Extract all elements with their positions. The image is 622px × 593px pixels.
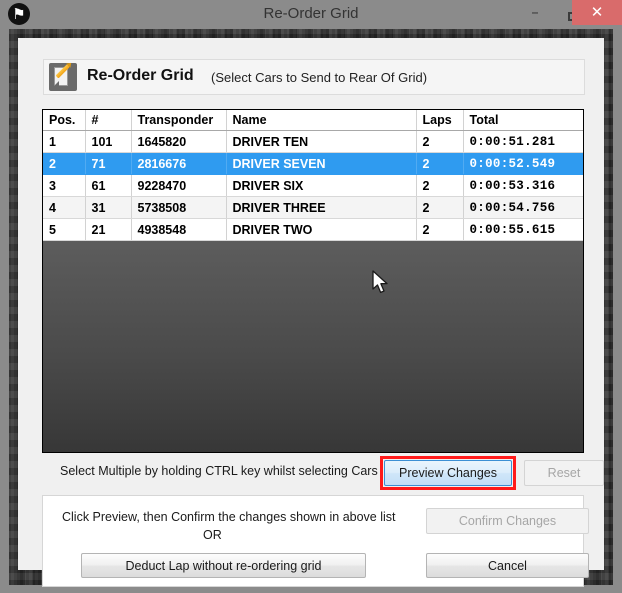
table-row[interactable]: 3 61 9228470 DRIVER SIX 2 0:00:53.316 bbox=[43, 174, 583, 197]
cell-transponder: 4938548 bbox=[131, 218, 227, 241]
table-row[interactable]: 2 71 2816676 DRIVER SEVEN 2 0:00:52.549 bbox=[43, 152, 583, 175]
cell-number: 31 bbox=[85, 196, 132, 219]
cell-pos: 2 bbox=[43, 152, 86, 175]
dialog-header: Re-Order Grid (Select Cars to Send to Re… bbox=[43, 59, 585, 95]
grid-header-row: Pos. # Transponder Name Laps Total bbox=[43, 110, 583, 131]
title-bar: ⚑ Re-Order Grid – ✕ bbox=[0, 0, 622, 28]
cell-number: 61 bbox=[85, 174, 132, 197]
column-header-pos[interactable]: Pos. bbox=[43, 110, 86, 131]
column-header-transponder[interactable]: Transponder bbox=[131, 110, 227, 131]
cell-total: 0:00:54.756 bbox=[463, 196, 583, 219]
cell-laps: 2 bbox=[416, 174, 464, 197]
cell-total: 0:00:53.316 bbox=[463, 174, 583, 197]
cell-laps: 2 bbox=[416, 130, 464, 153]
cell-name: DRIVER SIX bbox=[226, 174, 417, 197]
minimize-icon: – bbox=[531, 3, 539, 21]
application-window: ⚑ Re-Order Grid – ✕ Re-Order Grid (Selec… bbox=[0, 0, 622, 593]
preview-changes-button[interactable]: Preview Changes bbox=[384, 460, 512, 486]
edit-document-icon bbox=[49, 63, 77, 91]
cell-name: DRIVER TWO bbox=[226, 218, 417, 241]
cell-name: DRIVER SEVEN bbox=[226, 152, 417, 175]
cell-number: 21 bbox=[85, 218, 132, 241]
column-header-laps[interactable]: Laps bbox=[416, 110, 464, 131]
cell-transponder: 9228470 bbox=[131, 174, 227, 197]
page-title: Re-Order Grid bbox=[87, 67, 194, 84]
cell-name: DRIVER THREE bbox=[226, 196, 417, 219]
cell-pos: 4 bbox=[43, 196, 86, 219]
reset-button[interactable]: Reset bbox=[524, 460, 604, 486]
table-row[interactable]: 5 21 4938548 DRIVER TWO 2 0:00:55.615 bbox=[43, 218, 583, 241]
close-button[interactable]: ✕ bbox=[572, 0, 622, 25]
confirm-instruction: Click Preview, then Confirm the changes … bbox=[62, 510, 396, 524]
grid-body: 1 101 1645820 DRIVER TEN 2 0:00:51.281 2 71 2816… bbox=[43, 130, 583, 241]
table-row[interactable]: 1 101 1645820 DRIVER TEN 2 0:00:51.281 bbox=[43, 130, 583, 153]
mouse-cursor bbox=[372, 270, 388, 294]
cell-pos: 5 bbox=[43, 218, 86, 241]
cell-number: 71 bbox=[85, 152, 132, 175]
cell-transponder: 5738508 bbox=[131, 196, 227, 219]
cell-transponder: 1645820 bbox=[131, 130, 227, 153]
minimize-button[interactable]: – bbox=[516, 0, 554, 25]
column-header-name[interactable]: Name bbox=[226, 110, 417, 131]
page-subtitle: (Select Cars to Send to Rear Of Grid) bbox=[211, 70, 428, 85]
or-label: OR bbox=[203, 528, 222, 542]
cell-laps: 2 bbox=[416, 218, 464, 241]
column-header-total[interactable]: Total bbox=[463, 110, 583, 131]
deduct-lap-button[interactable]: Deduct Lap without re-ordering grid bbox=[81, 553, 366, 578]
close-icon: ✕ bbox=[590, 3, 604, 21]
confirm-panel: Click Preview, then Confirm the changes … bbox=[42, 495, 589, 587]
table-row[interactable]: 4 31 5738508 DRIVER THREE 2 0:00:54.756 bbox=[43, 196, 583, 219]
confirm-changes-button[interactable]: Confirm Changes bbox=[426, 508, 589, 534]
cell-total: 0:00:51.281 bbox=[463, 130, 583, 153]
cell-transponder: 2816676 bbox=[131, 152, 227, 175]
cancel-button[interactable]: Cancel bbox=[426, 553, 589, 578]
drivers-grid: Pos. # Transponder Name Laps Total 1 101 1… bbox=[43, 110, 583, 241]
cell-name: DRIVER TEN bbox=[226, 130, 417, 153]
cell-total: 0:00:52.549 bbox=[463, 152, 583, 175]
multi-select-hint: Select Multiple by holding CTRL key whil… bbox=[60, 464, 378, 478]
cell-total: 0:00:55.615 bbox=[463, 218, 583, 241]
drivers-list-box[interactable]: Pos. # Transponder Name Laps Total 1 101 1… bbox=[42, 109, 584, 453]
cell-laps: 2 bbox=[416, 152, 464, 175]
cell-number: 101 bbox=[85, 130, 132, 153]
dialog-body: Re-Order Grid (Select Cars to Send to Re… bbox=[18, 38, 604, 587]
cell-pos: 3 bbox=[43, 174, 86, 197]
cell-pos: 1 bbox=[43, 130, 86, 153]
cell-laps: 2 bbox=[416, 196, 464, 219]
column-header-number[interactable]: # bbox=[85, 110, 132, 131]
